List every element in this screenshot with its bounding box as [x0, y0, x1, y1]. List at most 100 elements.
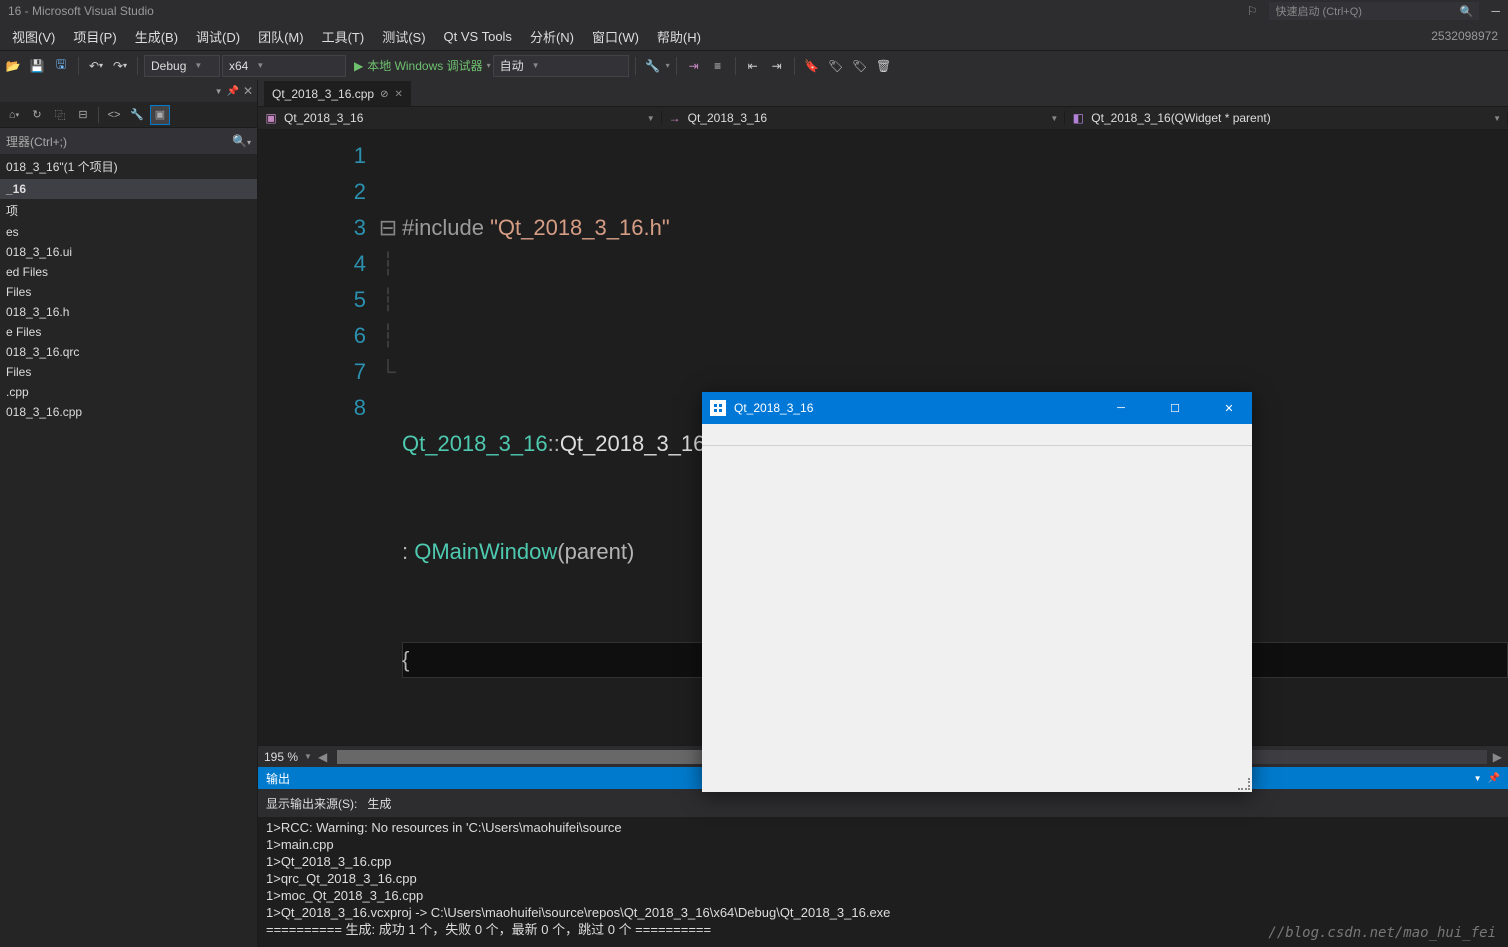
save-all-icon[interactable]: 🖫: [50, 55, 72, 77]
zoom-level[interactable]: 195 %: [264, 750, 298, 764]
tab-strip: Qt_2018_3_16.cpp ⊘ ✕: [258, 80, 1508, 106]
collapse-icon[interactable]: ⊟: [73, 105, 93, 125]
tree-item[interactable]: ed Files: [0, 262, 257, 282]
step-icon[interactable]: ⇥: [683, 55, 705, 77]
chevron-down-icon[interactable]: ▼: [304, 752, 312, 761]
qt-title-bar[interactable]: Qt_2018_3_16 ─ ☐ ✕: [702, 392, 1252, 424]
qt-toolbar: [702, 424, 1252, 446]
close-button[interactable]: ✕: [1206, 392, 1252, 424]
qt-app-window[interactable]: Qt_2018_3_16 ─ ☐ ✕: [702, 392, 1252, 792]
pin-icon[interactable]: 📌: [226, 86, 238, 97]
minimize-button[interactable]: ─: [1098, 392, 1144, 424]
output-line: 1>Qt_2018_3_16.vcxproj -> C:\Users\maohu…: [266, 904, 1500, 921]
menu-tools[interactable]: 工具(T): [314, 23, 373, 50]
main-toolbar: 📂 💾 🖫 ↶▾ ↷▾ Debug▼ x64▼ ▶ 本地 Windows 调试器…: [0, 50, 1508, 80]
save-icon[interactable]: 💾: [26, 55, 48, 77]
output-line: 1>moc_Qt_2018_3_16.cpp: [266, 887, 1500, 904]
tree-item[interactable]: 018_3_16.ui: [0, 242, 257, 262]
fold-column[interactable]: ⊟ ┆ ┆ ┆ └: [378, 130, 398, 745]
menu-view[interactable]: 视图(V): [4, 23, 63, 50]
tree-item[interactable]: 018_3_16.cpp: [0, 402, 257, 422]
menu-test[interactable]: 测试(S): [374, 23, 433, 50]
quick-launch-input[interactable]: 快速启动 (Ctrl+Q) 🔍: [1269, 2, 1479, 20]
qt-window-title: Qt_2018_3_16: [734, 401, 813, 415]
run-target-dropdown[interactable]: 自动▼: [493, 55, 629, 77]
nav-scope-member[interactable]: ◧ Qt_2018_3_16(QWidget * parent)▼: [1065, 111, 1508, 125]
menu-window[interactable]: 窗口(W): [584, 23, 647, 50]
indent-left-icon[interactable]: ⇤: [742, 55, 764, 77]
menu-build[interactable]: 生成(B): [127, 23, 186, 50]
menu-team[interactable]: 团队(M): [250, 23, 312, 50]
nav-scope-project[interactable]: ▣ Qt_2018_3_16▼: [258, 111, 662, 125]
tree-item[interactable]: e Files: [0, 322, 257, 342]
menu-qt[interactable]: Qt VS Tools: [436, 25, 520, 48]
solution-toolbar: ⌂▾ ↻ ⿻ ⊟ <> 🔧 ▣: [0, 102, 257, 128]
indent-right-icon[interactable]: ⇥: [766, 55, 788, 77]
tree-item[interactable]: Files: [0, 362, 257, 382]
refresh-icon[interactable]: ↻: [27, 105, 47, 125]
minimize-icon[interactable]: ─: [1491, 4, 1500, 18]
solution-root[interactable]: 018_3_16"(1 个项目): [0, 154, 257, 179]
output-line: 1>Qt_2018_3_16.cpp: [266, 853, 1500, 870]
tab-close-icon[interactable]: ✕: [394, 89, 402, 100]
tree-item[interactable]: .cpp: [0, 382, 257, 402]
solution-tree: _16 项 es 018_3_16.ui ed Files Files 018_…: [0, 179, 257, 947]
output-line: 1>qrc_Qt_2018_3_16.cpp: [266, 870, 1500, 887]
resize-grip-icon[interactable]: [1238, 778, 1250, 790]
output-source-dropdown[interactable]: 生成: [363, 793, 411, 814]
home-icon[interactable]: ⌂▾: [4, 105, 24, 125]
tree-item[interactable]: _16: [0, 179, 257, 199]
play-icon: ▶: [354, 59, 363, 73]
chevron-down-icon[interactable]: ▼: [1474, 774, 1482, 783]
nav-scope-class[interactable]: → Qt_2018_3_16▼: [662, 111, 1066, 125]
start-debug-button[interactable]: ▶ 本地 Windows 调试器 ▾: [354, 57, 491, 74]
config-dropdown[interactable]: Debug▼: [144, 55, 220, 77]
maximize-button[interactable]: ☐: [1152, 392, 1198, 424]
output-line: 1>main.cpp: [266, 836, 1500, 853]
method-icon: ◧: [1071, 111, 1085, 125]
menu-debug[interactable]: 调试(D): [188, 23, 248, 50]
search-icon: 🔍: [1460, 5, 1474, 18]
menu-help[interactable]: 帮助(H): [649, 23, 709, 50]
project-icon: ▣: [264, 111, 278, 125]
notify-icon[interactable]: ⚐: [1247, 4, 1258, 18]
bookmark-prev-icon[interactable]: 🏷: [825, 55, 847, 77]
editor-tab[interactable]: Qt_2018_3_16.cpp ⊘ ✕: [264, 81, 411, 106]
output-toolbar: 显示输出来源(S): 生成: [258, 789, 1508, 817]
copy-icon[interactable]: ⿻: [50, 105, 70, 125]
close-icon[interactable]: ✕: [243, 84, 253, 98]
tree-item[interactable]: Files: [0, 282, 257, 302]
watermark-text: //blog.csdn.net/mao_hui_fei: [1268, 925, 1496, 941]
menu-analysis[interactable]: 分析(N): [522, 23, 582, 50]
solution-search-input[interactable]: 理器(Ctrl+;) 🔍▾: [0, 128, 257, 154]
scroll-left-icon[interactable]: ◀: [318, 750, 327, 764]
tool-a-icon[interactable]: 🔧: [642, 55, 664, 77]
tree-item[interactable]: 018_3_16.qrc: [0, 342, 257, 362]
solution-explorer: ▼ 📌 ✕ ⌂▾ ↻ ⿻ ⊟ <> 🔧 ▣ 理器(Ctrl+;) 🔍▾ 018_…: [0, 80, 258, 947]
qt-client-area: [702, 446, 1252, 792]
panel-menu-icon[interactable]: ▼: [215, 87, 223, 96]
line-gutter: 1 2 3 4 5 6 7 8: [258, 130, 378, 745]
undo-icon[interactable]: ↶▾: [85, 55, 107, 77]
menu-bar: 视图(V) 项目(P) 生成(B) 调试(D) 团队(M) 工具(T) 测试(S…: [0, 22, 1508, 50]
redo-icon[interactable]: ↷▾: [109, 55, 131, 77]
tree-item[interactable]: es: [0, 222, 257, 242]
tree-item[interactable]: 项: [0, 199, 257, 222]
menu-project[interactable]: 项目(P): [65, 23, 124, 50]
tree-item[interactable]: 018_3_16.h: [0, 302, 257, 322]
platform-dropdown[interactable]: x64▼: [222, 55, 346, 77]
code-nav-bar: ▣ Qt_2018_3_16▼ → Qt_2018_3_16▼ ◧ Qt_201…: [258, 106, 1508, 130]
bookmark-next-icon[interactable]: 🏷: [849, 55, 871, 77]
pin-icon[interactable]: 📌: [1488, 773, 1500, 784]
code-icon[interactable]: <>: [104, 105, 124, 125]
list-icon[interactable]: ≡: [707, 55, 729, 77]
user-badge[interactable]: 2532098972: [1431, 29, 1504, 43]
fold-toggle-icon[interactable]: ⊟: [378, 210, 398, 246]
properties-icon[interactable]: ▣: [150, 105, 170, 125]
tab-pin-icon[interactable]: ⊘: [380, 89, 388, 100]
bookmark-icon[interactable]: 🔖: [801, 55, 823, 77]
scroll-right-icon[interactable]: ▶: [1493, 750, 1502, 764]
wrench-icon[interactable]: 🔧: [127, 105, 147, 125]
bookmark-clear-icon[interactable]: 🗑: [873, 55, 895, 77]
open-icon[interactable]: 📂: [2, 55, 24, 77]
